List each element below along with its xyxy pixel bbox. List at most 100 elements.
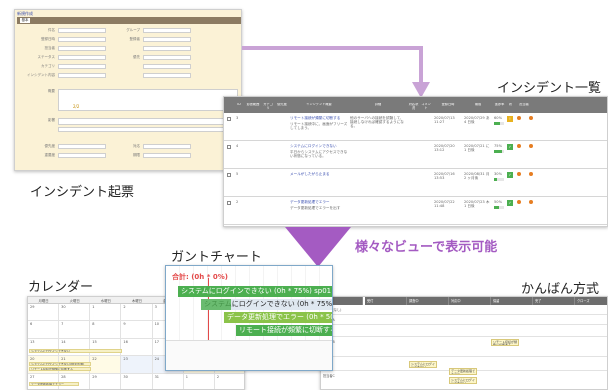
table-header-cell[interactable]: 影響範囲: [246, 103, 260, 107]
form-field-input[interactable]: [58, 118, 238, 125]
calendar-day-cell[interactable]: 2: [215, 374, 244, 389]
table-header-cell[interactable]: ID: [234, 103, 244, 107]
calendar-day-cell[interactable]: 1: [184, 373, 215, 389]
form-field-input[interactable]: [58, 89, 238, 111]
form-field-label: 対応: [133, 144, 140, 148]
calendar-event[interactable]: データ更新処理でエラー: [29, 381, 79, 386]
table-header-cell[interactable]: 優先度: [276, 103, 288, 107]
calendar-event[interactable]: システムにログインできない(障害影響): [29, 362, 92, 367]
form-field-input[interactable]: [58, 144, 106, 149]
calendar-day-number: 22: [92, 357, 97, 362]
form-field-input[interactable]: [143, 28, 191, 33]
table-header-cell[interactable]: 登録日時: [434, 103, 462, 107]
table-header-cell[interactable]: 進捗率: [494, 103, 505, 107]
views-triangle-icon: [285, 227, 351, 267]
form-field-input[interactable]: [143, 73, 191, 78]
caption-incident-form: インシデント起票: [30, 185, 135, 200]
caption-gantt: ガントチャート: [171, 250, 262, 265]
form-field-input[interactable]: [143, 55, 191, 60]
row-checkbox[interactable]: [227, 173, 231, 177]
row-title-link[interactable]: システムにログインできない: [290, 144, 348, 148]
calendar-day-cell[interactable]: 22: [90, 356, 122, 374]
table-header-cell[interactable]: コメント: [420, 103, 432, 111]
form-field-label: インシデント内容: [27, 73, 55, 77]
calendar-day-cell[interactable]: 30: [121, 373, 153, 389]
row-title-link[interactable]: データ更新処理でエラー: [290, 200, 348, 204]
calendar-day-cell[interactable]: 16: [121, 338, 153, 357]
calendar-day-cell[interactable]: 6: [28, 321, 60, 339]
calendar-day-number: 31: [154, 374, 160, 379]
kanban-swimlane: 管理者B: [321, 337, 607, 357]
table-header-cell[interactable]: 対応状況: [408, 103, 419, 111]
gantt-bar[interactable]: データ更新処理でエラー (0h * 50%) 001: [224, 312, 332, 323]
avatar: [529, 144, 533, 148]
calendar-day-cell[interactable]: 7: [59, 321, 91, 339]
row-title-link[interactable]: メールがしたがら止まる: [290, 172, 348, 176]
avatar: [517, 200, 521, 204]
table-row[interactable]: 2 データ更新処理でエラー データ更新処理でエラーを出す 2020/07/22 11:…: [224, 197, 607, 225]
row-status-badge: ✓: [507, 144, 513, 150]
calendar-day-cell[interactable]: 2: [121, 304, 153, 322]
kanban-card[interactable]: システムにログインできない: [449, 377, 477, 384]
form-field-input[interactable]: [143, 64, 191, 69]
calendar-day-cell[interactable]: 13: [28, 338, 60, 357]
table-row[interactable]: 3 リモート接続が頻繁に切断する リモート接続中に、画面がフリーズしてしまう。 他のサ…: [224, 113, 607, 141]
form-field-input[interactable]: [143, 46, 191, 51]
calendar-day-cell[interactable]: 30: [59, 304, 91, 322]
form-field-label: グループ: [126, 28, 140, 32]
row-checkbox[interactable]: [227, 201, 231, 205]
row-checkbox[interactable]: [227, 117, 231, 121]
calendar-day-number: 29: [92, 374, 97, 379]
form-field-input[interactable]: [143, 37, 191, 42]
form-field-input[interactable]: [58, 46, 106, 51]
calendar-day-cell[interactable]: 1: [90, 304, 122, 322]
kanban-card[interactable]: リモート接続が頻繁に切断する: [491, 339, 519, 346]
table-row[interactable]: 5 メールがしたがら止まる 2020/07/16 13:53 2020/08/31 月…: [224, 169, 607, 197]
row-title-link[interactable]: リモート接続が頻繁に切断する: [290, 116, 348, 120]
form-field-input[interactable]: [58, 28, 106, 33]
table-header-cell[interactable]: カテゴリ: [262, 103, 274, 111]
kanban-card[interactable]: データ更新処理でエラー: [449, 368, 477, 375]
gantt-bar[interactable]: システムにログインできない (0h * 75%) sp01 : 進捗: [178, 286, 332, 297]
calendar-event[interactable]: リモート接続が頻繁に切断する: [29, 367, 92, 372]
row-checkbox[interactable]: [227, 145, 231, 149]
calendar-day-cell[interactable]: 8: [90, 321, 122, 339]
row-due: 2020/08/31 月 2 ヶ月後: [464, 172, 490, 181]
row-description: リモート接続中に、画面がフリーズしてしまう。: [290, 122, 348, 131]
calendar-day-cell[interactable]: 9: [121, 321, 153, 339]
avatar: [517, 172, 521, 176]
form-field-input[interactable]: [58, 127, 238, 132]
form-field-label: 期限: [133, 153, 140, 157]
gantt-bar[interactable]: リモート接続が頻繁に切断する (0h * 60%: [236, 325, 332, 336]
calendar-day-number: 21: [61, 357, 66, 362]
table-row[interactable]: 4 システムにログインできない 平日からシステムにアクセスできない状態になっている。…: [224, 141, 607, 169]
form-field-input[interactable]: [143, 153, 191, 158]
calendar-weekday: 月曜日: [38, 299, 49, 303]
form-field-input[interactable]: [143, 144, 191, 149]
table-header-cell[interactable]: 担当者: [516, 103, 532, 107]
calendar-day-cell[interactable]: 14: [59, 338, 91, 357]
calendar-day-number: 1: [185, 374, 188, 379]
kanban-card[interactable]: システムにログインできない: [409, 361, 437, 368]
form-field-input[interactable]: [58, 37, 106, 42]
form-field-input[interactable]: [58, 73, 106, 78]
tab-basic[interactable]: 基本: [20, 18, 30, 23]
calendar-day-cell[interactable]: 23: [121, 356, 153, 374]
table-header-cell[interactable]: 状: [506, 103, 515, 107]
calendar-day-cell[interactable]: 15: [90, 338, 122, 357]
form-field-input[interactable]: [58, 55, 106, 60]
incident-form-screenshot: 新規作成 基本 件名 グループ 登録日時 登録者 担当者 ステータス 優先 カテゴリ インシデン…: [14, 9, 242, 171]
form-field-input[interactable]: [58, 64, 106, 69]
calendar-event[interactable]: システムにログインできない: [29, 348, 123, 353]
calendar-day-number: 13: [30, 339, 35, 344]
row-progress-bar: [494, 122, 504, 125]
calendar-day-cell[interactable]: 29: [28, 304, 60, 322]
calendar-day-cell[interactable]: 31: [153, 373, 184, 389]
table-header-cell[interactable]: 期限: [464, 103, 492, 107]
table-header-cell[interactable]: 詳細: [350, 103, 406, 107]
calendar-day-cell[interactable]: 29: [90, 373, 122, 389]
kanban-swimlane: [321, 325, 607, 337]
form-field-input[interactable]: [58, 153, 106, 158]
table-header-cell[interactable]: インシデント概要: [290, 103, 348, 107]
form-field-label: 優先: [133, 55, 140, 59]
